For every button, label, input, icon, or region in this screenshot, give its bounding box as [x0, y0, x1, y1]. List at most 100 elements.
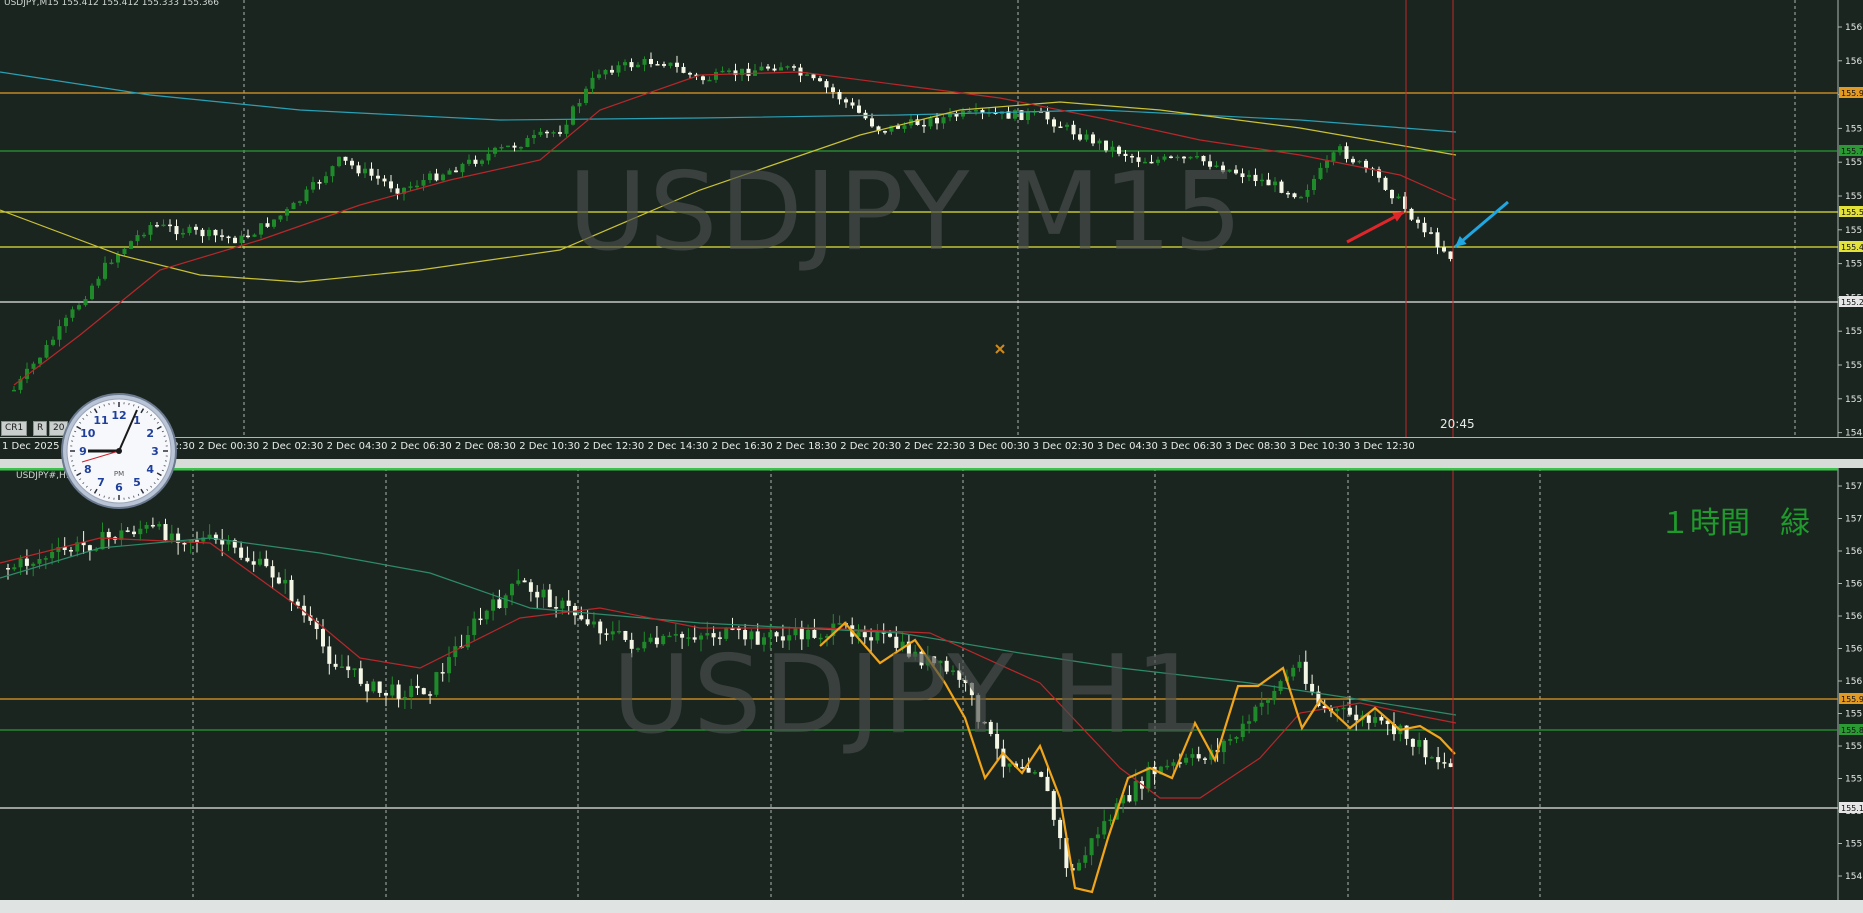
bear-candle — [824, 81, 829, 88]
price-label: 156.0 — [1845, 677, 1863, 687]
bear-candle — [289, 579, 294, 602]
clock-widget[interactable]: 12 1234567891011PM — [60, 392, 178, 510]
bull-candle — [1357, 160, 1362, 163]
bear-candle — [6, 568, 10, 570]
clock-ampm-label: PM — [114, 470, 124, 478]
bear-candle — [473, 159, 478, 164]
bull-candle — [161, 224, 166, 227]
bull-candle — [311, 182, 315, 190]
bull-candle — [1331, 152, 1336, 161]
bear-candle — [478, 618, 483, 621]
price-label: 154.8 — [1845, 872, 1863, 882]
bear-candle — [857, 105, 861, 113]
bear-candle — [512, 145, 517, 148]
cr1-button[interactable]: CR1 — [1, 421, 28, 436]
bear-candle — [1442, 247, 1446, 252]
bear-candle — [194, 226, 198, 230]
bull-candle — [1083, 855, 1088, 863]
bull-candle — [38, 357, 42, 364]
time-axis[interactable]: 1 Dec 20251 Dec 22:302 Dec 00:302 Dec 02… — [0, 437, 1863, 457]
bear-candle — [69, 549, 73, 552]
bull-candle — [207, 229, 211, 237]
bull-candle — [591, 621, 596, 625]
bear-candle — [922, 124, 926, 127]
bull-candle — [441, 174, 445, 181]
h1-chart-pane[interactable]: 157.1 157.0 156.8 156.6 156.4 156.2 156.0 155.8… — [0, 467, 1863, 900]
bear-candle — [317, 182, 322, 184]
time-tick-label: 2 Dec 10:30 — [519, 441, 581, 452]
bull-candle — [636, 64, 640, 68]
bear-candle — [428, 694, 433, 696]
pane-separator[interactable] — [0, 459, 1863, 468]
bear-candle — [547, 589, 552, 608]
ma-cyan — [0, 71, 1457, 133]
bear-candle — [1078, 134, 1082, 140]
clock-number: 5 — [133, 476, 141, 489]
level-orange-tag-text: 155.9 — [1841, 695, 1863, 704]
bear-candle — [1071, 124, 1076, 135]
bull-candle — [409, 685, 414, 698]
bull-candle — [571, 106, 575, 125]
price-label: 155.4 — [1845, 260, 1863, 270]
time-tick-label: 2 Dec 00:30 — [198, 441, 260, 452]
bear-candle — [831, 87, 835, 93]
bear-candle — [174, 226, 179, 235]
bull-candle — [1247, 721, 1252, 724]
bear-candle — [688, 72, 692, 75]
bear-candle — [1351, 158, 1355, 163]
time-tick-label: 3 Dec 10:30 — [1289, 441, 1351, 452]
bull-candle — [83, 299, 88, 306]
bear-candle — [850, 102, 855, 106]
bull-candle — [1325, 160, 1329, 168]
bull-candle — [1165, 765, 1170, 768]
bull-candle — [1253, 706, 1258, 722]
price-label: 156.0 — [1845, 57, 1863, 67]
m15-chart-pane[interactable]: 156.1 156.0 155.9 155.8 155.7 155.6 155.5 155.4… — [0, 0, 1863, 439]
bear-candle — [350, 160, 354, 166]
bear-candle — [1422, 222, 1427, 233]
time-tick-label: 2 Dec 14:30 — [647, 441, 709, 452]
bear-candle — [346, 666, 351, 671]
bull-candle — [339, 666, 344, 668]
bear-candle — [604, 633, 609, 635]
bull-candle — [1240, 723, 1245, 738]
bear-candle — [1383, 177, 1388, 190]
bull-candle — [1318, 167, 1323, 179]
bull-candle — [551, 132, 556, 134]
bear-candle — [598, 621, 603, 634]
time-tick-label: 3 Dec 12:30 — [1353, 441, 1415, 452]
bear-candle — [662, 64, 666, 66]
clock-number: 2 — [146, 427, 154, 440]
bull-candle — [1065, 124, 1069, 127]
time-tick-label: 2 Dec 20:30 — [840, 441, 902, 452]
bull-candle — [503, 595, 508, 609]
bull-candle — [135, 235, 140, 242]
bull-candle — [330, 166, 335, 177]
time-tick-label: 3 Dec 08:30 — [1225, 441, 1287, 452]
bear-candle — [818, 78, 822, 82]
bear-candle — [736, 628, 741, 631]
bear-candle — [1127, 795, 1132, 802]
r-button[interactable]: R — [33, 421, 48, 436]
bear-candle — [264, 558, 269, 567]
bear-candle — [220, 235, 224, 237]
bull-candle — [148, 225, 153, 235]
bear-candle — [163, 524, 168, 541]
level-orange-tag-text: 155.9 — [1841, 89, 1863, 98]
bear-candle — [356, 165, 361, 174]
bull-candle — [525, 138, 530, 148]
bull-candle — [1084, 134, 1089, 140]
bull-candle — [77, 305, 81, 310]
bull-candle — [967, 110, 972, 113]
bear-candle — [155, 225, 159, 227]
time-tick-label: 2 Dec 16:30 — [711, 441, 773, 452]
bear-candle — [276, 577, 281, 584]
bear-candle — [376, 175, 380, 179]
bear-candle — [870, 118, 874, 127]
bull-candle — [590, 77, 595, 89]
price-label: 156.6 — [1845, 580, 1863, 590]
price-label: 156.2 — [1845, 645, 1863, 655]
bull-candle — [484, 610, 489, 620]
bull-candle — [603, 69, 608, 75]
price-label: 157.1 — [1845, 482, 1863, 492]
